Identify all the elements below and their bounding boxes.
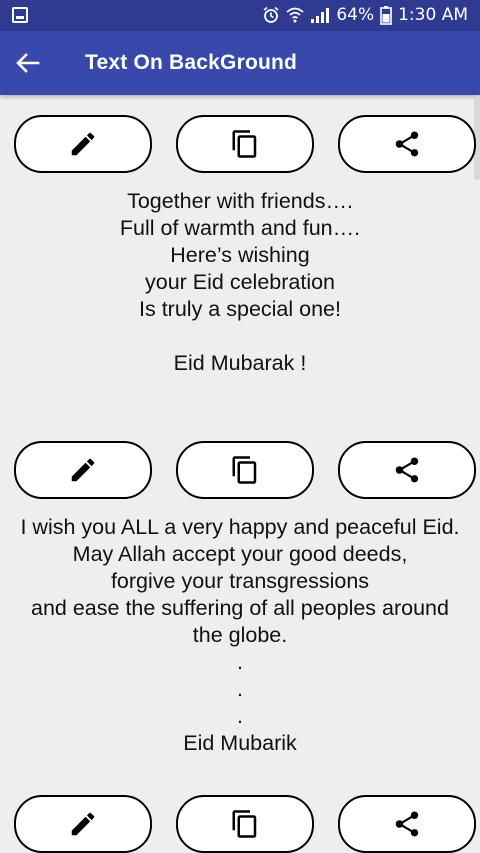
action-row — [0, 795, 480, 853]
edit-button[interactable] — [14, 115, 152, 173]
status-icons: 64% 1:30 AM — [262, 5, 468, 25]
wifi-icon — [286, 7, 304, 23]
message-line: I wish you ALL a very happy and peaceful… — [20, 515, 460, 539]
share-icon — [395, 811, 419, 837]
status-bar: 64% 1:30 AM — [0, 0, 480, 31]
action-row — [0, 441, 480, 501]
message-line: Full of warmth and fun…. — [119, 216, 361, 240]
message-line: the globe. — [192, 623, 288, 647]
share-button[interactable] — [338, 115, 476, 173]
copy-button[interactable] — [176, 441, 314, 499]
gallery-notification-icon — [12, 7, 28, 23]
message-line: your Eid celebration — [144, 270, 336, 294]
message-line: May Allah accept your good deeds, — [72, 542, 408, 566]
app-bar: Text On BackGround — [0, 31, 480, 95]
copy-button[interactable] — [176, 795, 314, 853]
message-line: Here’s wishing — [170, 243, 310, 267]
message-line: and ease the suffering of all peoples ar… — [31, 596, 449, 620]
edit-button[interactable] — [14, 441, 152, 499]
message-line: . — [237, 677, 243, 701]
pencil-icon — [71, 812, 95, 836]
message-line — [0, 323, 480, 350]
message-line: Eid Mubarik — [183, 731, 297, 755]
share-button[interactable] — [338, 795, 476, 853]
copy-icon — [232, 456, 257, 484]
message-text: I wish you ALL a very happy and peaceful… — [0, 514, 480, 757]
page-title: Text On BackGround — [85, 51, 298, 74]
clock: 1:30 AM — [398, 5, 468, 25]
action-row — [0, 115, 480, 175]
battery-percent: 64% — [336, 5, 375, 25]
share-button[interactable] — [338, 441, 476, 499]
copy-button[interactable] — [176, 115, 314, 173]
message-line: forgive your transgressions — [110, 569, 370, 593]
copy-icon — [232, 810, 257, 838]
message-line: Is truly a special one! — [139, 297, 341, 321]
message-line: Eid Mubarak ! — [173, 351, 307, 375]
battery-icon — [380, 5, 392, 25]
message-text: Together with friends…. Full of warmth a… — [0, 188, 480, 377]
copy-icon — [232, 130, 257, 158]
pencil-icon — [71, 458, 95, 482]
signal-icon — [311, 8, 330, 23]
message-line: . — [237, 704, 243, 728]
edit-button[interactable] — [14, 795, 152, 853]
alarm-icon — [263, 6, 279, 23]
share-icon — [395, 131, 419, 157]
pencil-icon — [71, 132, 95, 156]
message-line: . — [237, 650, 243, 674]
message-line: Together with friends…. — [127, 189, 353, 213]
back-arrow-icon[interactable] — [14, 49, 42, 77]
share-icon — [395, 457, 419, 483]
